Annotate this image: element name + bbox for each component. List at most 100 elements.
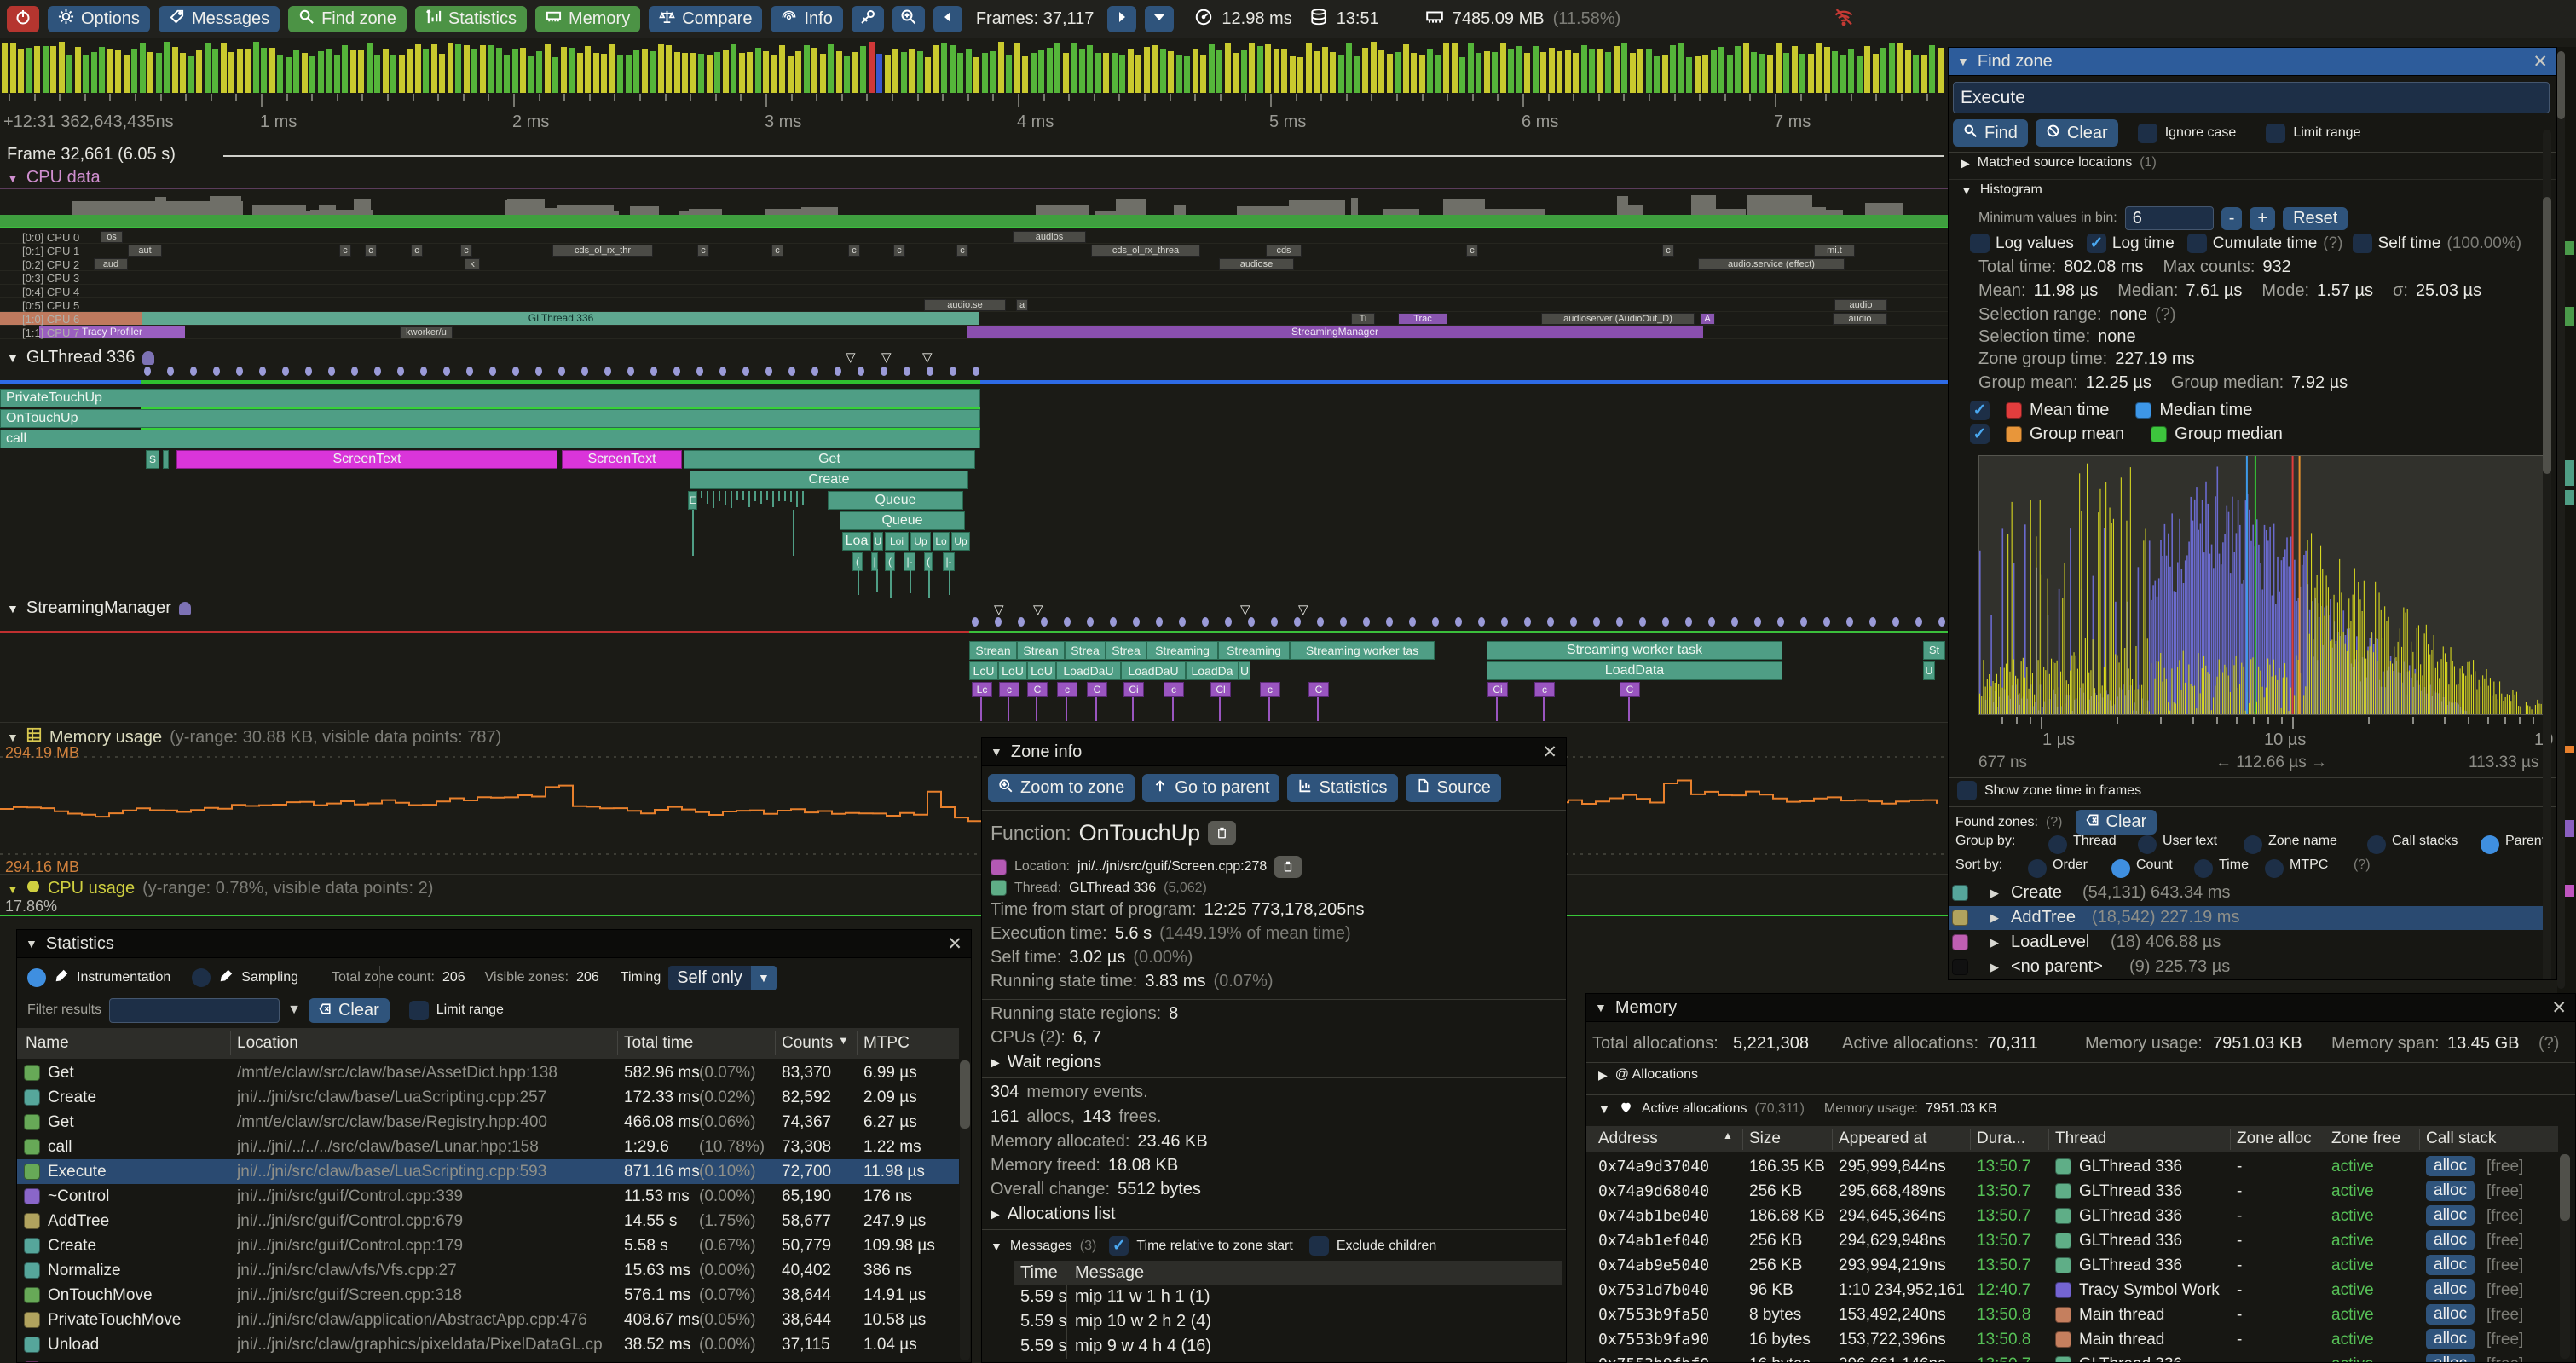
zone-bar[interactable]: E [688, 491, 697, 510]
next-frame-button[interactable] [1107, 6, 1136, 32]
message-marker-icon[interactable]: ▽ [1240, 602, 1250, 617]
message-dot-icon[interactable] [351, 367, 358, 376]
collapse-icon[interactable]: ▼ [1957, 55, 1969, 68]
cpu-zone-chip[interactable]: c [411, 245, 423, 257]
zone-bar[interactable]: Loi [885, 532, 909, 551]
message-dot-icon[interactable] [1685, 617, 1692, 627]
zone-time-histogram[interactable] [1978, 455, 2545, 715]
zone-bar[interactable]: Lc [972, 682, 992, 697]
message-dot-icon[interactable] [236, 367, 243, 376]
cpu-zone-chip[interactable]: A [1700, 313, 1715, 325]
allocations-group-row[interactable]: ▶ @ Allocations [1598, 1067, 1698, 1083]
stats-table-row[interactable]: Get/mnt/e/claw/src/claw/base/Registry.hp… [17, 1110, 959, 1135]
message-dot-icon[interactable] [1547, 617, 1554, 627]
zone-bar[interactable]: | [871, 552, 878, 571]
stats-limit-range-checkbox[interactable] [409, 1001, 429, 1020]
message-dot-icon[interactable] [581, 367, 588, 376]
message-dot-icon[interactable] [489, 367, 496, 376]
zone-bar[interactable]: LoadDaU [1121, 661, 1186, 680]
thread-name[interactable]: GLThread 336 [1069, 881, 1156, 896]
legend-checkbox[interactable] [1970, 401, 1990, 420]
message-marker-icon[interactable]: ▽ [922, 349, 933, 365]
message-dot-icon[interactable] [995, 617, 1002, 627]
alloc-callstack-button[interactable]: alloc [2426, 1230, 2475, 1250]
zone-bar[interactable]: ScreenText [176, 450, 557, 469]
close-icon[interactable]: ✕ [2533, 51, 2548, 72]
message-dot-icon[interactable] [1731, 617, 1738, 627]
sort-by-radio-mtpc[interactable] [2265, 859, 2284, 878]
cpu-zone-chip[interactable]: c [848, 245, 860, 257]
cpu-zone-chip[interactable]: c [460, 245, 472, 257]
memory-table-header[interactable]: Address ▲ Size Appeared at Dura... Threa… [1586, 1126, 2558, 1152]
message-dot-icon[interactable] [1156, 617, 1163, 627]
zone-bar[interactable]: LoU [998, 661, 1027, 680]
message-row[interactable]: 5.59 smip 9 w 4 h 4 (16) [1014, 1334, 1562, 1359]
zone-bar[interactable]: C [1308, 682, 1329, 697]
message-marker-icon[interactable]: ▽ [846, 349, 856, 365]
zone-bar[interactable]: Create [690, 471, 968, 489]
zone-bar[interactable]: ScreenText [562, 450, 682, 469]
power-button[interactable] [7, 6, 39, 32]
message-dot-icon[interactable] [1616, 617, 1623, 627]
zone-bar[interactable]: Strean [969, 641, 1017, 660]
cpu-zone-chip[interactable]: cds_ol_rx_threa [1091, 245, 1200, 257]
message-dot-icon[interactable] [1409, 617, 1416, 627]
message-dot-icon[interactable] [1110, 617, 1117, 627]
message-dot-icon[interactable] [904, 367, 910, 376]
alloc-callstack-button[interactable]: alloc [2426, 1205, 2475, 1226]
cpu-zone-bar[interactable]: GLThread 336 [142, 312, 979, 325]
zone-bar[interactable]: C [1027, 682, 1048, 697]
group-by-radio-thread[interactable] [2048, 835, 2067, 854]
message-dot-icon[interactable] [604, 367, 611, 376]
message-dot-icon[interactable] [1846, 617, 1853, 627]
message-marker-icon[interactable]: ▽ [1298, 602, 1308, 617]
memory-button[interactable]: Memory [535, 6, 640, 32]
cpu-zone-chip[interactable]: os [101, 231, 123, 243]
alloc-callstack-button[interactable]: alloc [2426, 1329, 2475, 1349]
message-dot-icon[interactable] [1593, 617, 1600, 627]
stats-table-header[interactable]: Name Location Total time Counts ▼ MTPC [17, 1028, 959, 1059]
zone-bar[interactable]: Queue [828, 491, 963, 510]
message-dot-icon[interactable] [397, 367, 404, 376]
group-by-radio-user-text[interactable] [2138, 835, 2157, 854]
message-dot-icon[interactable] [1087, 617, 1094, 627]
message-row[interactable]: 5.59 smip 10 w 2 h 2 (4) [1014, 1309, 1562, 1334]
message-dot-icon[interactable] [627, 367, 634, 376]
memory-titlebar[interactable]: ▼ Memory ✕ [1586, 994, 2575, 1022]
cpu-zone-chip[interactable]: c [697, 245, 709, 257]
group-by-radio-parent[interactable] [2481, 835, 2499, 854]
alloc-callstack-button[interactable]: alloc [2426, 1255, 2475, 1275]
limit-range-checkbox[interactable] [2266, 124, 2285, 143]
sort-by-radio-time[interactable] [2194, 859, 2213, 878]
message-dot-icon[interactable] [1133, 617, 1140, 627]
matched-source-locations[interactable]: ▶Matched source locations(1) [1961, 155, 2157, 170]
message-marker-icon[interactable]: ▽ [1033, 602, 1043, 617]
memory-usage-plot[interactable] [0, 754, 1948, 857]
min-bin-increase-button[interactable]: + [2250, 207, 2275, 230]
message-dot-icon[interactable] [1869, 617, 1876, 627]
min-bin-decrease-button[interactable]: - [2221, 207, 2243, 230]
message-dot-icon[interactable] [1662, 617, 1669, 627]
message-dot-icon[interactable] [1271, 617, 1278, 627]
zone-bar[interactable]: U [1923, 661, 1935, 680]
message-dot-icon[interactable] [259, 367, 266, 376]
message-dot-icon[interactable] [167, 367, 174, 376]
message-dot-icon[interactable] [213, 367, 220, 376]
message-dot-icon[interactable] [1386, 617, 1393, 627]
message-dot-icon[interactable] [973, 367, 979, 376]
message-dot-icon[interactable] [1915, 617, 1922, 627]
zone-bar[interactable]: U [873, 532, 883, 551]
memory-table-row[interactable]: 0x7553b9fbf016 bytes296,661,146ns13:50.7… [1586, 1352, 2558, 1363]
alloc-callstack-button[interactable]: alloc [2426, 1279, 2475, 1300]
tools-button[interactable] [852, 6, 884, 32]
message-dot-icon[interactable] [1225, 617, 1232, 627]
cpu-zone-chip[interactable]: audiose [1219, 258, 1294, 270]
alloc-callstack-button[interactable]: alloc [2426, 1181, 2475, 1201]
zone-bar[interactable]: Streaming [1146, 641, 1218, 660]
stats-table-row[interactable]: AddTreejni/../jni/src/guif/Control.cpp:6… [17, 1209, 959, 1233]
zone-bar[interactable]: Queue [840, 511, 965, 530]
source-button[interactable]: Source [1406, 774, 1501, 802]
memory-table-row[interactable]: 0x7553b9fa508 bytes153,492,240ns13:50.8M… [1586, 1302, 2558, 1327]
frames-overview-bar[interactable] [0, 40, 1952, 93]
message-dot-icon[interactable] [1754, 617, 1761, 627]
